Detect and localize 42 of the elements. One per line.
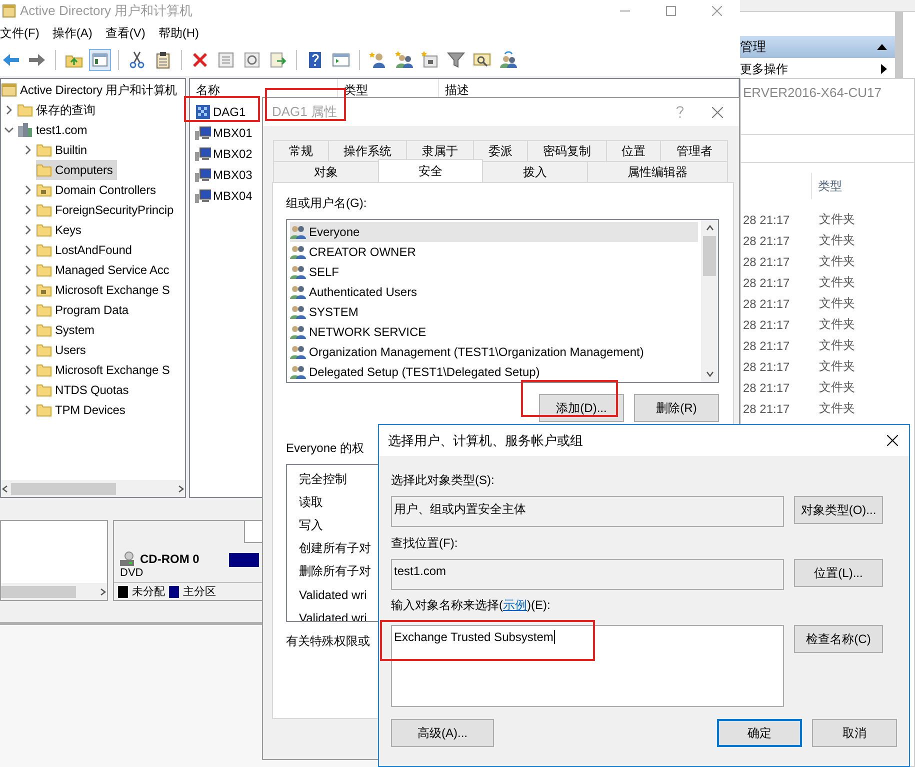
- type-cell-text: 文件夹: [818, 316, 856, 333]
- type-cell-text: 文件夹: [818, 232, 856, 249]
- disk-name: CD-ROM 0: [140, 552, 200, 566]
- permission-label: 读取: [299, 494, 323, 511]
- legend-label: 未分配: [132, 585, 165, 599]
- dialog-title: DAG1 属性: [272, 103, 338, 121]
- type-cell-text: 文件夹: [818, 253, 856, 270]
- type-cell-text: 文件夹: [818, 337, 856, 354]
- date-cell-text: 28 21:17: [742, 254, 791, 268]
- field-label: 选择此对象类型(S):: [391, 473, 494, 487]
- window-title: ERVER2016-X64-CU17: [741, 79, 914, 135]
- object-type-field: 用户、组或内置安全主体: [391, 496, 784, 527]
- dialog-title: 选择用户、计算机、服务帐户或组: [388, 432, 583, 450]
- date-cell-text: 28 21:17: [742, 338, 791, 352]
- type-cell-text: 文件夹: [818, 379, 856, 396]
- type-cell-text: 文件夹: [818, 211, 856, 228]
- window-title: Active Directory 用户和计算机: [20, 2, 193, 20]
- permission-label: 写入: [299, 517, 323, 534]
- date-cell-text: 28 21:17: [742, 360, 791, 374]
- permission-label: Validated wri: [299, 586, 367, 604]
- date-cell-text: 28 21:17: [742, 402, 791, 416]
- permission-label: 完全控制: [299, 471, 347, 488]
- type-cell-text: 文件夹: [818, 274, 856, 291]
- date-cell-text: 28 21:17: [742, 276, 791, 290]
- date-cell-text: 28 21:17: [742, 212, 791, 226]
- field-label: Everyone 的权: [286, 440, 364, 457]
- field-label: 组或用户名(G):: [286, 195, 367, 212]
- permission-label: 删除所有子对: [299, 563, 371, 580]
- hint-text: 有关特殊权限或: [286, 633, 370, 650]
- date-cell-text: 28 21:17: [742, 318, 791, 332]
- type-cell-text: 文件夹: [818, 295, 856, 312]
- type-cell-text: 文件夹: [818, 358, 856, 375]
- field-label: 输入对象名称来选择(示例)(E):: [391, 598, 550, 612]
- date-cell-text: 28 21:17: [742, 234, 791, 248]
- type-cell-text: 文件夹: [818, 400, 856, 417]
- field-label: 查找位置(F):: [391, 536, 458, 550]
- permission-label: 创建所有子对: [299, 540, 371, 557]
- location-field: test1.com: [391, 559, 784, 590]
- date-cell-text: 28 21:17: [742, 296, 791, 310]
- legend-label: 主分区: [183, 584, 216, 599]
- date-cell-text: 28 21:17: [742, 380, 791, 394]
- disk-type: DVD: [120, 567, 144, 579]
